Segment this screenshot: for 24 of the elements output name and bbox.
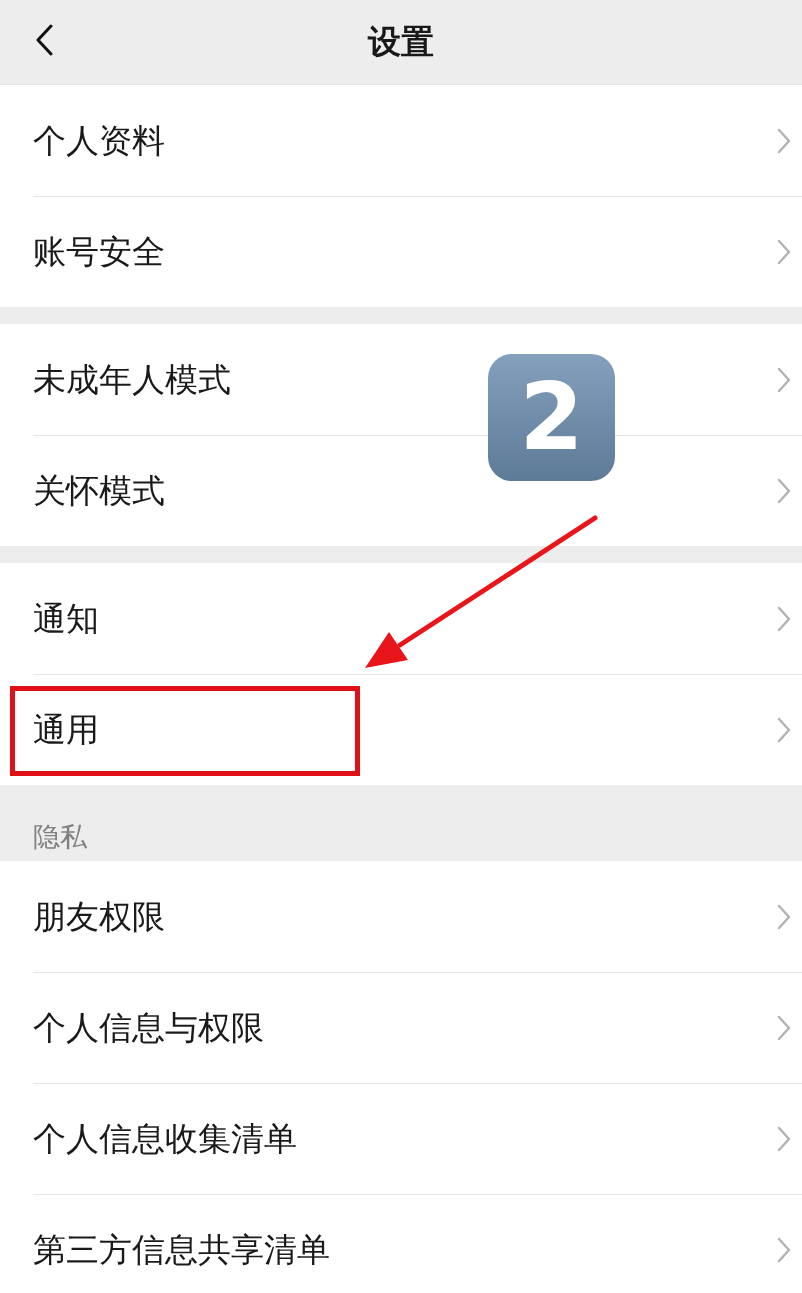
chevron-icon <box>777 605 791 632</box>
section-title: 隐私 <box>33 820 87 853</box>
settings-item[interactable]: 第三方信息共享清单 <box>33 1230 330 1270</box>
chevron-icon <box>777 1015 791 1041</box>
chevron-icon <box>777 478 791 504</box>
settings-item[interactable]: 账号安全 <box>33 232 165 272</box>
chevron-icon <box>777 1237 791 1263</box>
page-title: 设置 <box>368 20 434 63</box>
settings-item[interactable]: 个人信息与权限 <box>33 1008 264 1048</box>
settings-item[interactable]: 未成年人模式 <box>33 359 231 400</box>
chevron-icon <box>777 717 791 743</box>
chevron-icon <box>777 127 791 154</box>
settings-item[interactable]: 关怀模式 <box>33 471 165 511</box>
step-badge: 2 <box>488 354 615 481</box>
settings-item[interactable]: 通用 <box>33 710 99 750</box>
chevron-icon <box>777 239 791 265</box>
settings-item[interactable]: 个人信息收集清单 <box>33 1119 297 1159</box>
chevron-icon <box>777 366 791 393</box>
settings-item[interactable]: 朋友权限 <box>33 896 165 937</box>
settings-item[interactable]: 通知 <box>33 598 99 639</box>
back-icon[interactable] <box>35 24 53 56</box>
chevron-icon <box>777 1126 791 1152</box>
settings-item[interactable]: 个人资料 <box>33 120 165 161</box>
chevron-icon <box>777 903 791 930</box>
